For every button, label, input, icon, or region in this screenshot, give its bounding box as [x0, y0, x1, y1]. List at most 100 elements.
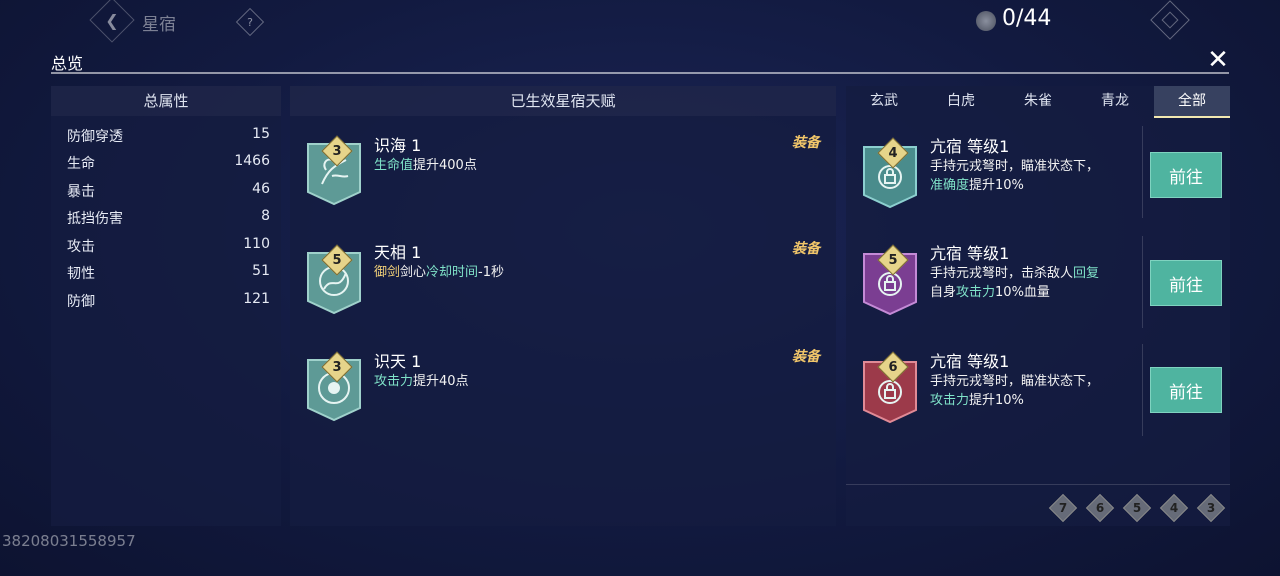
constellation-desc-line2: 攻击力提升10% — [930, 389, 1024, 408]
desc-highlight: 准确度 — [930, 178, 970, 193]
stat-row: 韧性 51 — [67, 263, 270, 285]
stat-value: 110 — [243, 236, 270, 252]
talent-description: 攻击力提升40点 — [374, 370, 469, 389]
stat-label: 攻击 — [67, 239, 95, 255]
talent-description: 生命值提升400点 — [374, 154, 477, 173]
constellation-name: 亢宿 等级1 — [930, 137, 1010, 156]
stat-label: 抵挡伤害 — [67, 211, 123, 227]
help-button[interactable]: ? — [235, 7, 265, 37]
item-divider — [1142, 344, 1143, 436]
stat-value: 46 — [252, 181, 270, 197]
talent-name: 识海 1 — [374, 136, 422, 155]
desc-text: 手持元戎弩时，击杀敌人 — [930, 266, 1074, 281]
go-button[interactable]: 前往 — [1150, 152, 1222, 198]
page-indicator[interactable]: 4 — [1159, 493, 1189, 523]
go-button[interactable]: 前往 — [1150, 260, 1222, 306]
active-talents-panel: 已生效星宿天赋 3 识海 1 生命值提升400点 装备 5 天相 1 御剑剑心冷… — [290, 86, 836, 526]
active-talents-header: 已生效星宿天赋 — [290, 86, 836, 116]
chevron-left-icon: ❮ — [105, 10, 119, 30]
panel-divider — [51, 72, 1229, 74]
equipped-tag: 装备 — [792, 241, 820, 257]
level-number: 5 — [888, 252, 898, 268]
desc-text: 10%血量 — [995, 285, 1050, 300]
stat-label: 暴击 — [67, 184, 95, 200]
user-id: 38208031558957 — [2, 532, 136, 550]
constellation-desc-line1: 手持元戎弩时，击杀敌人回复 — [930, 262, 1099, 281]
item-divider — [1142, 236, 1143, 328]
constellation-name: 亢宿 等级1 — [930, 244, 1010, 263]
panel-title: 总览 — [51, 54, 84, 73]
page-number: 6 — [1095, 501, 1105, 515]
page-indicator[interactable]: 5 — [1122, 493, 1152, 523]
level-number: 3 — [332, 359, 342, 375]
page-number: 3 — [1206, 501, 1216, 515]
desc-highlight: 御剑 — [374, 265, 401, 280]
tab-xuanwu[interactable]: 玄武 — [846, 86, 922, 116]
stat-value: 8 — [261, 208, 270, 224]
page-indicator[interactable]: 6 — [1085, 493, 1115, 523]
desc-highlight: 冷却时间 — [426, 265, 479, 280]
constellation-desc-line1: 手持元戎弩时，瞄准状态下， — [930, 159, 1100, 174]
stat-value: 1466 — [234, 153, 270, 169]
desc-highlight: 攻击力 — [374, 374, 414, 389]
stat-value: 15 — [252, 126, 270, 142]
desc-text: 提升40点 — [413, 374, 469, 389]
stat-label: 韧性 — [67, 266, 95, 282]
stat-value: 51 — [252, 263, 270, 279]
level-number: 6 — [888, 359, 898, 375]
level-number: 4 — [888, 145, 898, 161]
desc-highlight: 攻击力 — [956, 285, 996, 300]
back-button[interactable]: ❮ — [89, 0, 135, 43]
stat-row: 防御 121 — [67, 291, 270, 313]
equipped-tag: 装备 — [792, 135, 820, 151]
stat-value: 121 — [243, 291, 270, 307]
constellation-desc-line2: 自身攻击力10%血量 — [930, 281, 1050, 300]
desc-highlight: 攻击力 — [930, 393, 970, 408]
stat-row: 攻击 110 — [67, 236, 270, 258]
desc-text: 自身 — [930, 285, 957, 300]
constellation-desc-line1: 手持元戎弩时，瞄准状态下， — [930, 374, 1100, 389]
stat-row: 防御穿透 15 — [67, 126, 270, 148]
constellation-list-panel: 玄武 白虎 朱雀 青龙 全部 4 亢宿 等级1 手持元戎弩时，瞄准状态下， 准确… — [846, 86, 1230, 526]
tab-qinglong[interactable]: 青龙 — [1077, 86, 1153, 116]
currency-icon — [976, 11, 996, 31]
stat-row: 生命 1466 — [67, 153, 270, 175]
stat-label: 防御 — [67, 294, 95, 310]
desc-text: -1秒 — [478, 265, 505, 280]
level-number: 5 — [332, 252, 342, 268]
go-button[interactable]: 前往 — [1150, 367, 1222, 413]
desc-text: 提升400点 — [413, 158, 477, 173]
desc-text: 剑心 — [400, 265, 427, 280]
stat-row: 抵挡伤害 8 — [67, 208, 270, 230]
desc-highlight: 生命值 — [374, 158, 414, 173]
desc-highlight: 回复 — [1073, 266, 1100, 281]
help-icon: ? — [247, 15, 253, 29]
stat-label: 防御穿透 — [67, 129, 123, 145]
talent-name: 天相 1 — [374, 243, 422, 262]
desc-text: 提升10% — [969, 393, 1024, 408]
star-map-icon[interactable] — [1150, 0, 1190, 40]
currency-count: 0/44 — [1002, 6, 1052, 31]
tab-zhuque[interactable]: 朱雀 — [1000, 86, 1076, 116]
constellation-name: 亢宿 等级1 — [930, 352, 1010, 371]
total-attributes-header: 总属性 — [51, 86, 281, 116]
page-title: 星宿 — [142, 15, 176, 35]
page-indicator[interactable]: 7 — [1048, 493, 1078, 523]
equipped-tag: 装备 — [792, 349, 820, 365]
tab-baihu[interactable]: 白虎 — [923, 86, 999, 116]
desc-text: 提升10% — [969, 178, 1024, 193]
tab-all[interactable]: 全部 — [1154, 86, 1230, 118]
stat-label: 生命 — [67, 156, 95, 172]
talent-description: 御剑剑心冷却时间-1秒 — [374, 261, 504, 280]
close-button[interactable]: ✕ — [1206, 47, 1230, 73]
total-attributes-panel: 总属性 防御穿透 15 生命 1466 暴击 46 抵挡伤害 8 攻击 110 韧性 51 … — [51, 86, 281, 526]
page-number: 7 — [1058, 501, 1068, 515]
constellation-desc-line2: 准确度提升10% — [930, 174, 1024, 193]
talent-name: 识天 1 — [374, 352, 422, 371]
page-indicator[interactable]: 3 — [1196, 493, 1226, 523]
page-number: 5 — [1132, 501, 1142, 515]
list-footer-divider — [846, 484, 1230, 485]
page-number: 4 — [1169, 501, 1179, 515]
level-number: 3 — [332, 143, 342, 159]
tab-bar: 玄武 白虎 朱雀 青龙 全部 — [846, 86, 1230, 118]
